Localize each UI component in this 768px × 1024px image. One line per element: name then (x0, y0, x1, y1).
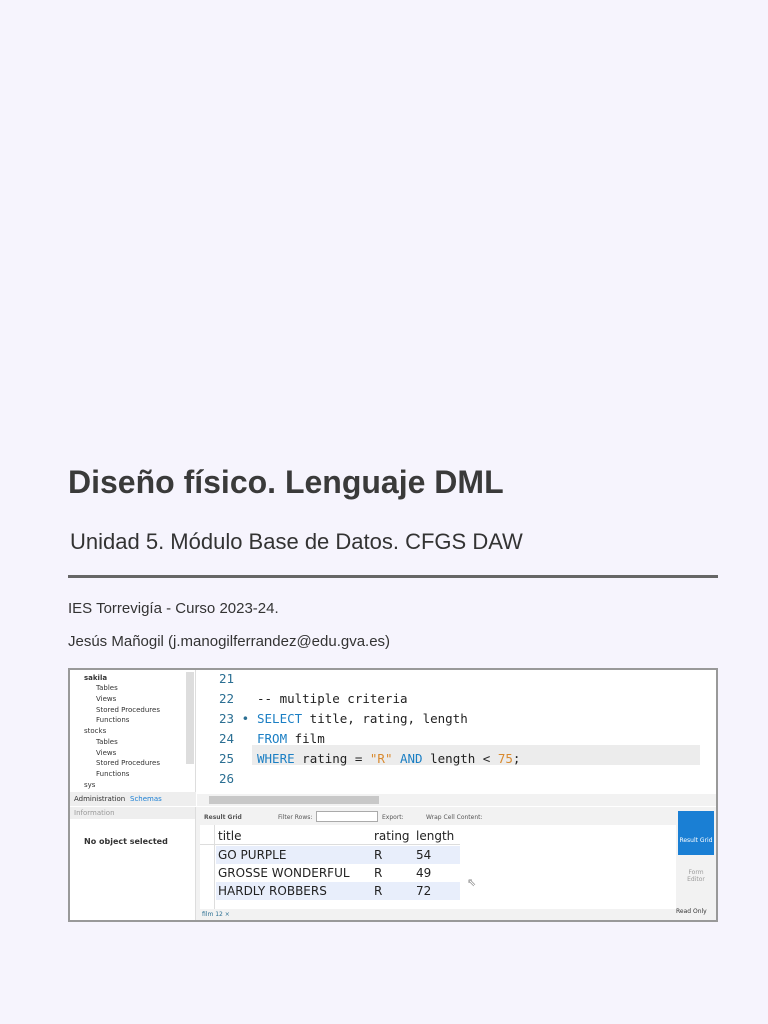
result-grid-label: Result Grid (204, 814, 242, 821)
table-row: GO PURPLE R 54 (216, 846, 460, 864)
kw: AND (392, 751, 423, 766)
author: Jesús Mañogil (j.manogilferrandez@edu.gv… (68, 633, 391, 650)
filter-label: Filter Rows: (278, 814, 313, 821)
nav-item: Tables (96, 738, 118, 746)
cell: 49 (416, 866, 432, 880)
table-row: GROSSE WONDERFUL R 49 (216, 864, 460, 882)
document-title: Diseño físico. Lenguaje DML (68, 464, 504, 500)
nav-item: sys (84, 781, 96, 789)
code-comment: -- multiple criteria (257, 691, 408, 706)
nav-scrollbar (186, 672, 194, 764)
code-line: WHERE rating = "R" AND length < 75; (257, 751, 520, 766)
filter-input[interactable] (316, 811, 378, 822)
nav-item: Tables (96, 684, 118, 692)
line-number: 23 • (219, 711, 250, 726)
bottom-panel: Information No object selected Result Gr… (70, 807, 716, 920)
editor-hscroll (197, 794, 716, 806)
nav-item: sakila (84, 674, 108, 682)
result-toolbar: Result Grid Filter Rows: Export: Wrap Ce… (200, 811, 670, 823)
nav-tabs: Administration Schemas (70, 792, 196, 806)
code-line: SELECT title, rating, length (257, 711, 468, 726)
tab-administration: Administration (74, 795, 126, 803)
tab-schemas: Schemas (130, 795, 162, 803)
cell: R (374, 848, 383, 862)
code-text: title, rating, length (302, 711, 468, 726)
nav-item: Views (96, 695, 117, 703)
no-object-label: No object selected (84, 837, 168, 846)
cell: 54 (416, 848, 432, 862)
kw: SELECT (257, 711, 303, 726)
code-text: length < (422, 751, 498, 766)
code-line: FROM film (257, 731, 325, 746)
export-label: Export: (382, 814, 404, 821)
nav-item: Functions (96, 770, 130, 778)
kw: WHERE (257, 751, 295, 766)
code-number: 75 (497, 751, 513, 766)
grid-header: title rating length (200, 827, 460, 845)
mouse-cursor-icon: ⇖ (467, 876, 477, 889)
nav-item: stocks (84, 727, 107, 735)
line-number: 22 (219, 691, 235, 706)
code-text: film (287, 731, 325, 746)
line-number: 26 (219, 771, 235, 786)
info-header: Information (70, 807, 195, 819)
nav-item: Stored Procedures (96, 706, 160, 714)
kw: FROM (257, 731, 288, 746)
nav-item: Stored Procedures (96, 759, 160, 767)
line-number: 25 (219, 751, 235, 766)
cell: HARDLY ROBBERS (218, 884, 327, 898)
table-row: HARDLY ROBBERS R 72 (216, 882, 460, 900)
line-number: 21 (219, 671, 235, 686)
institution: IES Torrevigía - Curso 2023-24. (68, 600, 279, 617)
line-number: 24 (219, 731, 235, 746)
nav-item: Functions (96, 716, 130, 724)
result-tab: film 12 × (202, 911, 230, 918)
code-text: rating = (294, 751, 370, 766)
schema-navigator: sakila Tables Views Stored Procedures Fu… (70, 670, 196, 806)
cell: GROSSE WONDERFUL (218, 866, 350, 880)
result-sidebar: Result Grid Form Editor Read Only (676, 807, 716, 920)
code-string: "R" (369, 751, 393, 766)
cell: R (374, 866, 383, 880)
cell: GO PURPLE (218, 848, 287, 862)
divider (68, 575, 718, 578)
form-editor-button: Form Editor (687, 869, 705, 883)
document-subtitle: Unidad 5. Módulo Base de Datos. CFGS DAW (70, 529, 523, 554)
info-panel: Information No object selected (70, 807, 196, 920)
result-grid: title rating length GO PURPLE R 54 GROSSE WO… (200, 825, 676, 909)
workbench-screenshot: sakila Tables Views Stored Procedures Fu… (68, 668, 718, 922)
wrap-label: Wrap Cell Content: (426, 814, 483, 821)
read-only-label: Read Only (676, 908, 707, 915)
code-text: ; (512, 751, 521, 766)
nav-item: Views (96, 749, 117, 757)
cell: 72 (416, 884, 432, 898)
sql-editor: 21 22 23 • 24 25 26 -- multiple criteria… (197, 670, 716, 806)
col-length: length (416, 829, 455, 843)
col-rating: rating (374, 829, 410, 843)
cell: R (374, 884, 383, 898)
col-title: title (218, 829, 242, 843)
result-grid-button: Result Grid (678, 811, 714, 855)
